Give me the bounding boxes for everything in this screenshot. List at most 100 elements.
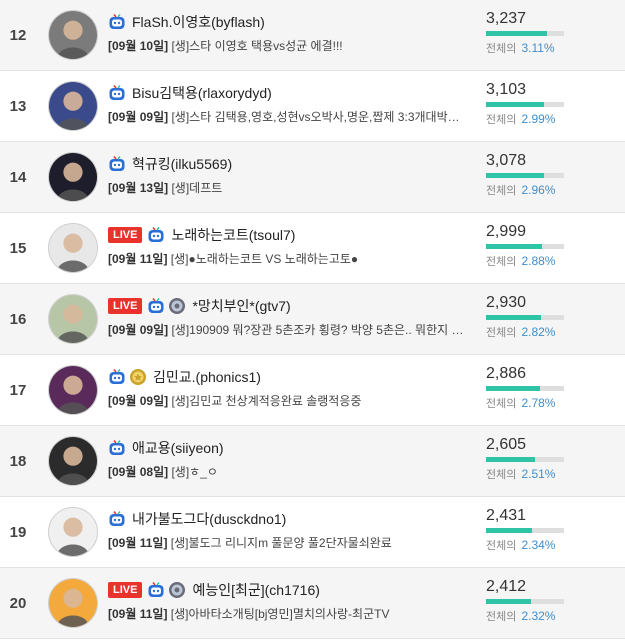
broadcast-date: [09월 09일] [108,394,169,408]
broadcast-title: [생]190909 뭐?장관 5촌조카 횡령? 박양 5촌은.. 뭐한지 … [171,323,464,337]
total-label: 전체의 [486,469,517,481]
share-line: 전체의 2.34% [486,537,616,553]
share-line: 전체의 3.11% [486,40,616,56]
broadcast-date: [09월 11일] [108,252,168,266]
avatar[interactable] [48,223,98,273]
share-bar [486,173,564,178]
broadcast-title: [생]스타 김택용,영호,성현vs오박사,명운,짭제 3:3개대박… [171,110,460,124]
share-line: 전체의 2.82% [486,324,616,340]
avatar[interactable] [48,436,98,486]
avatar[interactable] [48,507,98,557]
stats: 2,930 전체의 2.82% [486,292,616,340]
broadcast-title-link[interactable]: [09월 09일] [생]190909 뭐?장관 5촌조카 횡령? 박양 5촌은… [108,321,478,339]
tv-badge-icon [108,368,126,386]
streamer-name-link[interactable]: Bisu김택용(rlaxorydyd) [132,83,272,103]
share-bar [486,599,564,604]
share-bar-fill [486,244,543,249]
share-percent: 2.51% [521,467,556,481]
broadcast-title-link[interactable]: [09월 10일] [생]스타 이영호 택용vs성균 에결!!! [108,37,478,55]
share-percent: 2.99% [521,112,556,126]
streamer-name-link[interactable]: 내가불도그다(dusckdno1) [132,509,286,529]
streamer-line: LIVE 예능인[최군](ch1716) [108,579,320,601]
broadcast-title-link[interactable]: [09월 11일] [생]●노래하는코트 VS 노래하는고토● [108,250,478,268]
share-bar-fill [486,599,532,604]
stats: 2,605 전체의 2.51% [486,434,616,482]
broadcast-title: [생]ㅎ_ㅇ [171,465,218,479]
broadcast-title-link[interactable]: [09월 08일] [생]ㅎ_ㅇ [108,463,478,481]
share-percent: 2.88% [521,254,556,268]
total-label: 전체의 [486,256,517,268]
streamer-name-link[interactable]: 예능인[최군](ch1716) [192,580,319,600]
broadcast-title: [생]스타 이영호 택용vs성균 에결!!! [171,39,343,53]
broadcast-date: [09월 09일] [108,323,169,337]
live-badge[interactable]: LIVE [108,227,143,243]
share-bar [486,528,564,533]
broadcast-title: [생]아바타소개팅[bj영민]멸치의사랑-최군TV [170,607,390,621]
rank-number: 12 [9,26,27,44]
share-bar [486,102,564,107]
share-line: 전체의 2.51% [486,466,616,482]
avatar[interactable] [48,578,98,628]
broadcast-title: [생]데프트 [171,181,223,195]
broadcast-title-link[interactable]: [09월 09일] [생]스타 김택용,영호,성현vs오박사,명운,짭제 3:3… [108,108,478,126]
broadcast-date: [09월 11일] [108,607,168,621]
streamer-line: 김민교.(phonics1) [108,366,261,388]
share-bar [486,457,564,462]
share-percent: 2.96% [521,183,556,197]
avatar[interactable] [48,152,98,202]
broadcast-title-link[interactable]: [09월 13일] [생]데프트 [108,179,478,197]
live-badge[interactable]: LIVE [108,582,143,598]
ranking-row: 13 Bisu김택용(rlaxorydyd) [09월 09일] [생]스타 김… [0,71,625,142]
share-line: 전체의 2.32% [486,608,616,624]
rank-number: 16 [9,310,27,328]
streamer-line: LIVE 노래하는코트(tsoul7) [108,224,295,246]
broadcast-title-link[interactable]: [09월 09일] [생]김민교 천상계적응완료 솔랭적응중 [108,392,478,410]
fan-badge-icon [168,297,186,315]
tv-badge-icon [108,13,126,31]
avatar[interactable] [48,81,98,131]
rank-number: 17 [9,381,27,399]
streamer-name-link[interactable]: *망치부인*(gtv7) [192,296,290,316]
stats: 2,412 전체의 2.32% [486,576,616,624]
gold-badge-icon [129,368,147,386]
viewer-count: 3,078 [486,152,527,169]
viewer-count: 2,605 [486,436,527,453]
streamer-line: 혁규킹(ilku5569) [108,153,232,175]
share-percent: 2.34% [521,538,556,552]
streamer-name-link[interactable]: 혁규킹(ilku5569) [132,154,232,174]
stats: 3,078 전체의 2.96% [486,150,616,198]
viewer-count: 3,237 [486,10,527,27]
rank-number: 13 [9,97,27,115]
ranking-row: 15 LIVE 노래하는코트(tsoul7) [09월 11일] [생]●노래하… [0,213,625,284]
viewer-count: 2,999 [486,223,527,240]
avatar[interactable] [48,10,98,60]
avatar[interactable] [48,365,98,415]
stats: 2,431 전체의 2.34% [486,505,616,553]
tv-badge-icon [147,581,165,599]
share-line: 전체의 2.99% [486,111,616,127]
broadcast-title: [생]●노래하는코트 VS 노래하는고토● [170,252,359,266]
streamer-name-link[interactable]: FlaSh.이영호(byflash) [132,12,265,32]
avatar[interactable] [48,294,98,344]
streamer-name-link[interactable]: 노래하는코트(tsoul7) [171,225,295,245]
share-line: 전체의 2.96% [486,182,616,198]
streamer-name-link[interactable]: 애교용(siiyeon) [132,438,224,458]
live-badge[interactable]: LIVE [108,298,143,314]
stats: 3,237 전체의 3.11% [486,8,616,56]
share-bar-fill [486,173,544,178]
total-label: 전체의 [486,327,517,339]
broadcast-title: [생]불도그 리니지m 풀문양 풀2단자물쇠완료 [170,536,392,550]
streamer-name-link[interactable]: 김민교.(phonics1) [153,367,261,387]
share-bar-fill [486,102,545,107]
broadcast-title-link[interactable]: [09월 11일] [생]불도그 리니지m 풀문양 풀2단자물쇠완료 [108,534,478,552]
share-bar-fill [486,528,532,533]
total-label: 전체의 [486,185,517,197]
viewer-count: 2,930 [486,294,527,311]
streamer-line: FlaSh.이영호(byflash) [108,11,265,33]
broadcast-title-link[interactable]: [09월 11일] [생]아바타소개팅[bj영민]멸치의사랑-최군TV [108,605,478,623]
stats: 2,999 전체의 2.88% [486,221,616,269]
broadcast-title: [생]김민교 천상계적응완료 솔랭적응중 [171,394,362,408]
share-percent: 2.78% [521,396,556,410]
stats: 2,886 전체의 2.78% [486,363,616,411]
rank-number: 14 [9,168,27,186]
